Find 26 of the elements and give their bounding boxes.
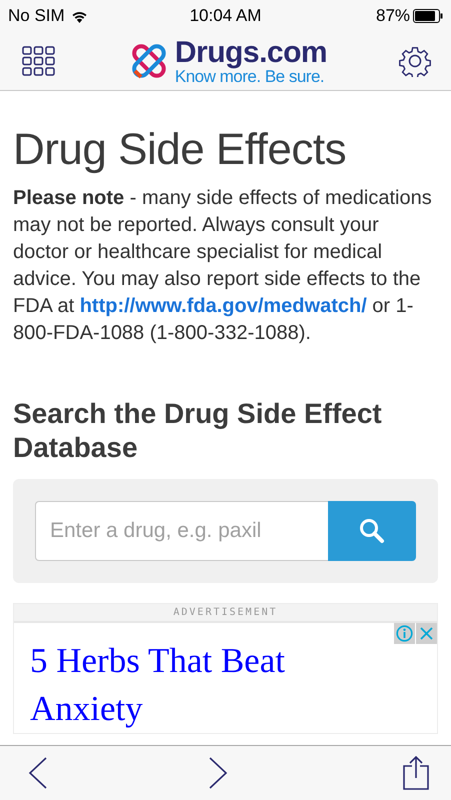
settings-icon (398, 45, 431, 77)
site-name: Drugs.com (174, 38, 328, 68)
page-title: Drug Side Effects (13, 125, 348, 175)
info-icon (396, 625, 413, 642)
carrier-label: No SIM (8, 6, 65, 26)
forward-button[interactable] (208, 757, 228, 789)
search-button[interactable] (328, 501, 416, 561)
close-icon (419, 626, 434, 641)
clock-time: 10:04 AM (190, 6, 262, 25)
back-button[interactable] (28, 757, 48, 789)
grid-icon (22, 46, 55, 76)
wifi-icon (70, 10, 88, 22)
share-icon (403, 756, 429, 790)
settings-button[interactable] (398, 45, 431, 77)
menu-grid-button[interactable] (22, 46, 55, 76)
fda-link[interactable]: http://www.fda.gov/medwatch/ (80, 295, 367, 317)
share-button[interactable] (403, 756, 429, 790)
search-heading: Search the Drug Side Effect Database (13, 397, 383, 465)
search-icon (359, 518, 385, 544)
ad-headline-link[interactable]: 5 Herbs That Beat Anxiety (30, 637, 377, 733)
drug-search-field[interactable]: Enter a drug, e.g. paxil (35, 501, 328, 561)
battery-percent: 87% (376, 6, 410, 26)
advertisement-label: ADVERTISEMENT (14, 604, 437, 623)
battery-icon (413, 9, 444, 23)
note-paragraph: Please note - many side effects of medications may not be reported. Always consult your doctor or healthcare specialist for medical advice. You may also report side effects to the FDA at http://www.fda.gov/medwatch/ or 1-800-FDA-1088 (1-800-332-1088). (13, 186, 433, 346)
site-tagline: Know more. Be sure. (174, 68, 324, 84)
